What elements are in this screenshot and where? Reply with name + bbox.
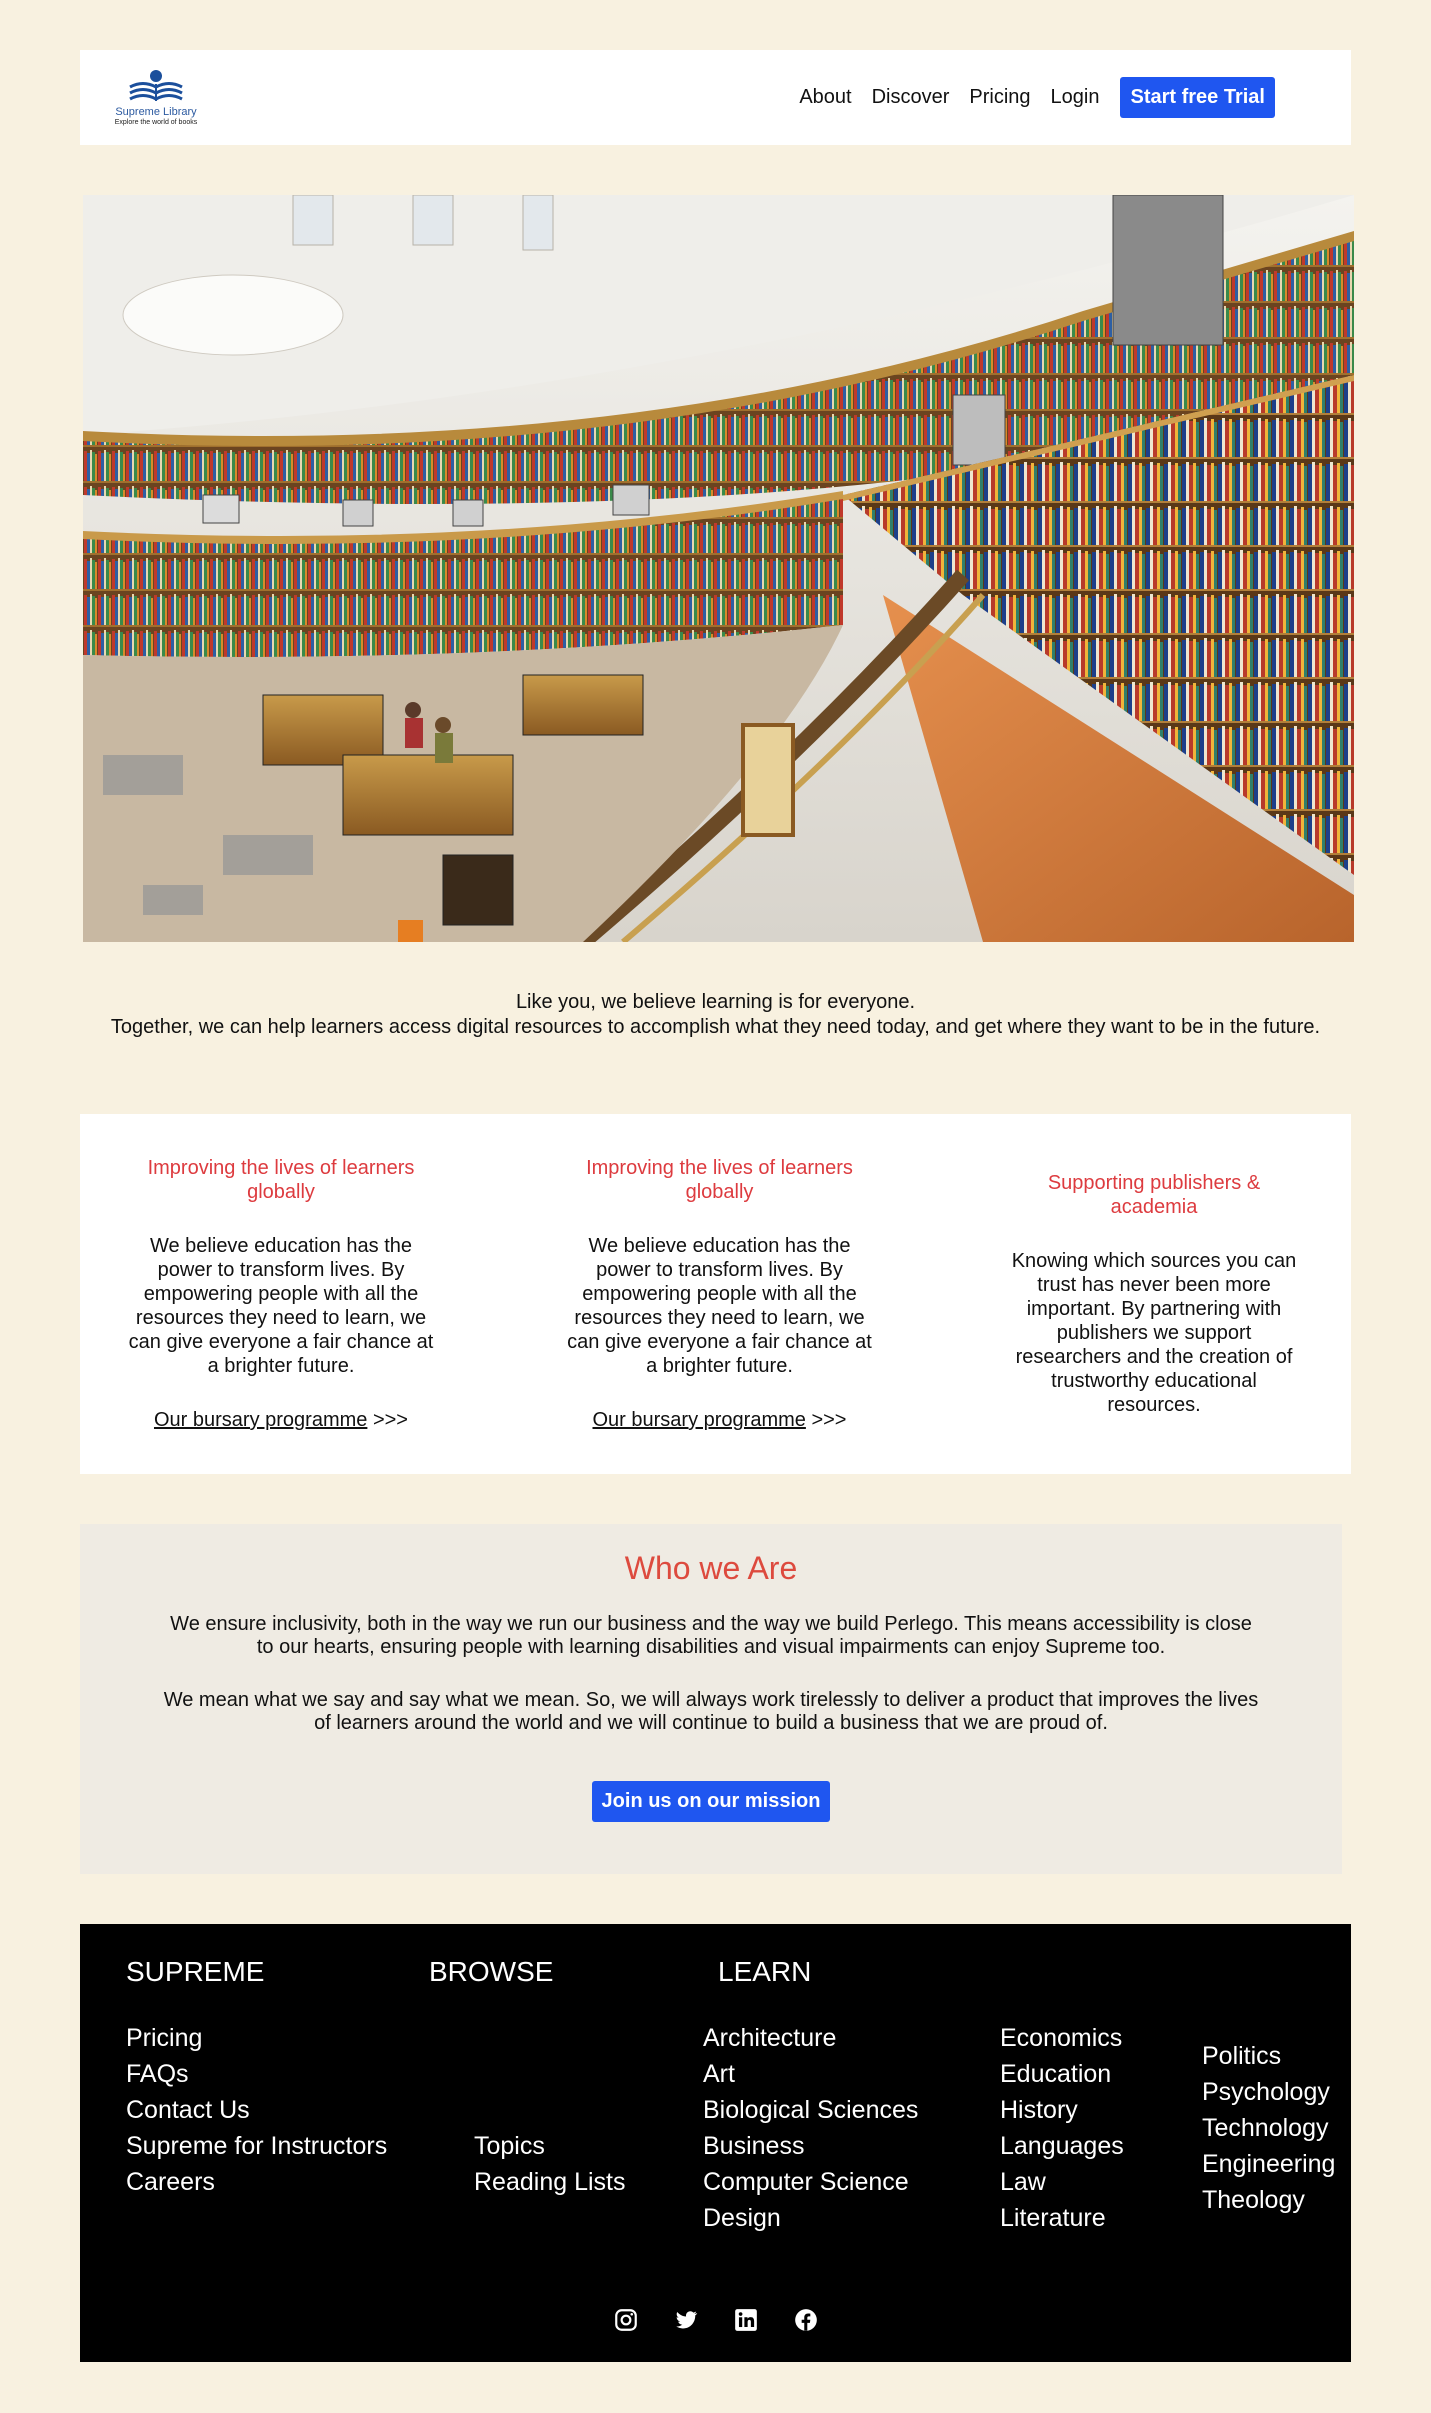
nav-discover[interactable]: Discover (872, 86, 950, 109)
card-learners-1: Improving the lives of learners globally… (80, 1114, 482, 1474)
bursary-link[interactable]: Our bursary programme (592, 1409, 805, 1431)
footer-heading-learn: LEARN (718, 1956, 812, 1987)
footer-link-reading-lists[interactable]: Reading Lists (474, 2164, 625, 2200)
card-title: Improving the lives of learners globally (147, 1157, 415, 1203)
footer-link-theology[interactable]: Theology (1202, 2182, 1335, 2218)
link-arrows: >>> (805, 1409, 847, 1431)
intro-line-2: Together, we can help learners access di… (110, 1015, 1321, 1038)
mission-button-row: Join us on our mission (80, 1781, 1342, 1822)
card-title: Supporting publishers & academia (1047, 1172, 1261, 1218)
main-nav: About Discover Pricing Login Start free … (779, 77, 1275, 118)
bursary-link[interactable]: Our bursary programme (154, 1409, 367, 1431)
linkedin-icon[interactable] (730, 2304, 762, 2336)
card-body: We believe education has the power to tr… (567, 1235, 872, 1377)
who-title: Who we Are (624, 1550, 798, 1586)
footer-link-topics[interactable]: Topics (474, 2128, 625, 2164)
footer-link-politics[interactable]: Politics (1202, 2038, 1335, 2074)
join-mission-button[interactable]: Join us on our mission (591, 1781, 831, 1822)
footer-heading-browse: BROWSE (429, 1956, 554, 1987)
who-we-are-section: Who we Are We ensure inclusivity, both i… (80, 1524, 1342, 1874)
card-publishers: Supporting publishers & academia Knowing… (957, 1114, 1351, 1474)
values-cards: Improving the lives of learners globally… (80, 1114, 1351, 1474)
site-header: Supreme Library Explore the world of boo… (80, 50, 1351, 145)
footer-link-architecture[interactable]: Architecture (703, 2020, 918, 2056)
footer-link-business[interactable]: Business (703, 2128, 918, 2164)
footer-link-instructors[interactable]: Supreme for Instructors (126, 2128, 387, 2164)
logo[interactable]: Supreme Library Explore the world of boo… (106, 69, 206, 126)
footer-link-literature[interactable]: Literature (1000, 2200, 1124, 2236)
footer-link-engineering[interactable]: Engineering (1202, 2146, 1335, 2182)
footer-link-law[interactable]: Law (1000, 2164, 1124, 2200)
footer-link-biological-sciences[interactable]: Biological Sciences (703, 2092, 918, 2128)
footer-link-technology[interactable]: Technology (1202, 2110, 1335, 2146)
footer-link-pricing[interactable]: Pricing (126, 2020, 387, 2056)
site-footer: SUPREME BROWSE LEARN Pricing FAQs Contac… (80, 1924, 1351, 2362)
book-logo-icon (129, 70, 183, 101)
footer-link-design[interactable]: Design (703, 2200, 918, 2236)
footer-col-browse: Topics Reading Lists (474, 2128, 625, 2200)
start-free-trial-button[interactable]: Start free Trial (1120, 77, 1275, 118)
footer-col-learn-2: Economics Education History Languages La… (1000, 2020, 1124, 2236)
footer-link-languages[interactable]: Languages (1000, 2128, 1124, 2164)
link-arrows: >>> (367, 1409, 408, 1431)
logo-tagline: Explore the world of books (114, 119, 198, 126)
nav-about[interactable]: About (799, 86, 851, 109)
footer-col-learn-3: Politics Psychology Technology Engineeri… (1202, 2038, 1335, 2218)
nav-pricing[interactable]: Pricing (969, 86, 1030, 109)
footer-link-education[interactable]: Education (1000, 2056, 1124, 2092)
card-learners-2: Improving the lives of learners globally… (482, 1114, 957, 1474)
intro-line-1: Like you, we believe learning is for eve… (515, 991, 916, 1013)
who-paragraph-2: We mean what we say and say what we mean… (163, 1689, 1259, 1734)
intro-text: Like you, we believe learning is for eve… (80, 990, 1351, 1039)
facebook-icon[interactable] (790, 2304, 822, 2336)
nav-login[interactable]: Login (1051, 86, 1100, 109)
footer-link-careers[interactable]: Careers (126, 2164, 387, 2200)
hero-library-image (83, 195, 1354, 942)
card-body: We believe education has the power to tr… (128, 1235, 434, 1377)
card-body: Knowing which sources you can trust has … (1011, 1250, 1297, 1416)
card-link-row: Our bursary programme >>> (129, 1408, 434, 1432)
footer-col-supreme: Pricing FAQs Contact Us Supreme for Inst… (126, 2020, 387, 2200)
footer-link-computer-science[interactable]: Computer Science (703, 2164, 918, 2200)
social-links (80, 2304, 1351, 2336)
footer-link-faqs[interactable]: FAQs (126, 2056, 387, 2092)
footer-link-contact[interactable]: Contact Us (126, 2092, 387, 2128)
who-paragraph-1: We ensure inclusivity, both in the way w… (170, 1613, 1252, 1658)
card-link-row: Our bursary programme >>> (567, 1408, 872, 1432)
footer-heading-supreme: SUPREME (126, 1956, 265, 1987)
twitter-icon[interactable] (670, 2304, 702, 2336)
card-title: Improving the lives of learners globally (586, 1157, 853, 1203)
instagram-icon[interactable] (610, 2304, 642, 2336)
footer-link-economics[interactable]: Economics (1000, 2020, 1124, 2056)
footer-link-psychology[interactable]: Psychology (1202, 2074, 1335, 2110)
logo-name: Supreme Library (115, 106, 197, 118)
footer-link-art[interactable]: Art (703, 2056, 918, 2092)
footer-col-learn-1: Architecture Art Biological Sciences Bus… (703, 2020, 918, 2236)
footer-link-history[interactable]: History (1000, 2092, 1124, 2128)
